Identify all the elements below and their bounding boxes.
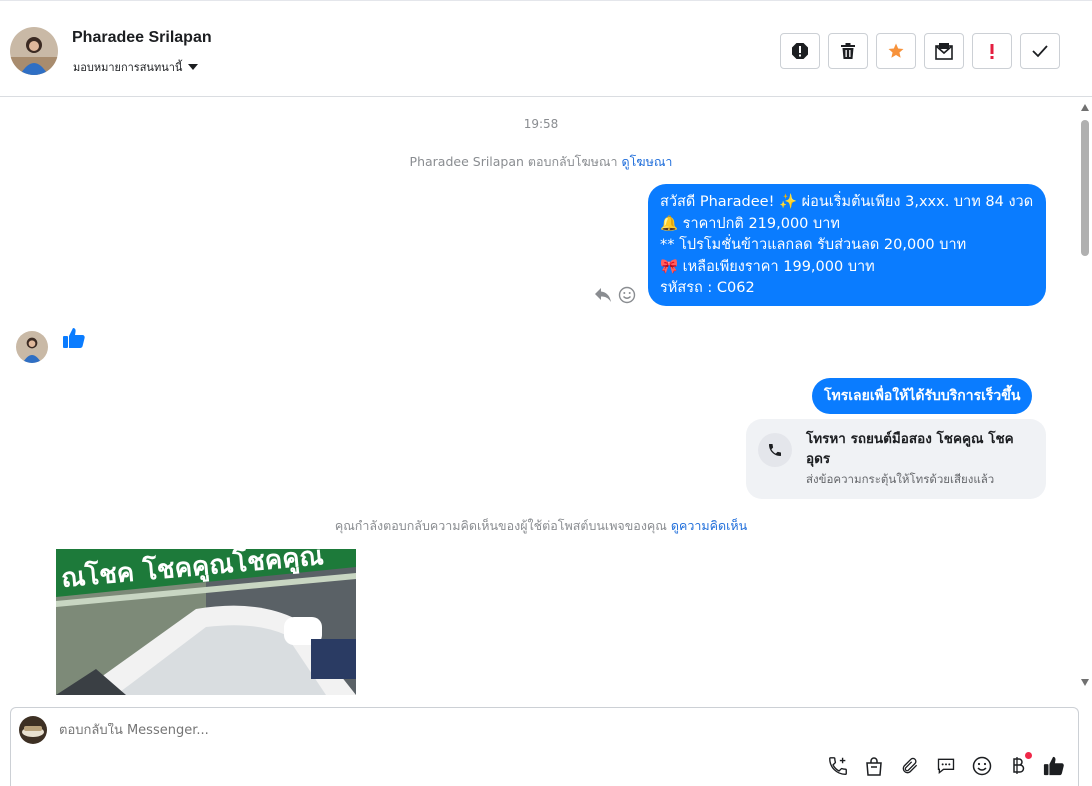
trash-icon [841, 43, 855, 59]
call-card-subtitle: ส่งข้อความกระตุ้นให้โทรด้วยเสียงแล้ว [806, 472, 995, 486]
message-thread[interactable]: 19:58 Pharadee Srilapan ตอบกลับโฆษณา ดูโ… [0, 97, 1078, 697]
incoming-like-message[interactable] [62, 326, 86, 354]
shop-button[interactable] [862, 754, 886, 778]
delete-button[interactable] [828, 33, 868, 69]
message-tools [594, 286, 636, 304]
attach-button[interactable] [898, 754, 922, 778]
caret-down-icon [188, 64, 199, 70]
emoji-icon [972, 756, 992, 776]
contact-name[interactable]: Pharadee Srilapan [72, 29, 212, 47]
message-line: 🔔 ราคาปกติ 219,000 บาท [660, 215, 840, 232]
send-like-button[interactable] [1042, 754, 1066, 778]
phone-circle [758, 433, 792, 467]
phone-icon [769, 444, 781, 456]
scroll-down-arrow[interactable] [1081, 679, 1089, 686]
contact-avatar[interactable] [10, 27, 58, 75]
message-line: สวัสดี Pharadee! ✨ ผ่อนเริ่มต้นเพียง 3,x… [660, 194, 1034, 210]
call-button[interactable] [826, 754, 850, 778]
call-card[interactable]: โทรหา รถยนต์มือสอง โชคคูณ โชค อุดร ส่งข้… [746, 419, 1046, 499]
call-prompt-text: โทรเลยเพื่อให้ได้รับบริการเร็วขึ้น [824, 388, 1021, 404]
post-photo[interactable]: ณโชค โชคคูณโชคคูณ [56, 549, 356, 695]
envelope-icon [935, 43, 953, 60]
mark-unread-button[interactable] [924, 33, 964, 69]
page-avatar [19, 716, 47, 744]
scroll-thumb[interactable] [1081, 120, 1089, 256]
assign-label: มอบหมายการสนทนานี้ [73, 61, 183, 74]
check-icon [1032, 45, 1048, 58]
message-line: ** โปรโมชั่นข้าวแลกลด รับส่วนลด 20,000 บ… [660, 237, 967, 253]
exclamation-icon [990, 44, 994, 59]
conversation-actions [780, 33, 1060, 69]
notification-dot [1025, 752, 1032, 759]
paperclip-icon [902, 757, 918, 774]
baht-icon [1013, 757, 1025, 774]
important-button[interactable] [972, 33, 1012, 69]
report-button[interactable] [780, 33, 820, 69]
mark-done-button[interactable] [1020, 33, 1060, 69]
message-composer [10, 707, 1079, 786]
message-line: 🎀 เหลือเพียงราคา 199,000 บาท [660, 258, 875, 275]
reply-input[interactable] [59, 723, 959, 738]
sender-avatar[interactable] [16, 331, 48, 363]
star-icon [888, 43, 904, 58]
conversation-header: Pharadee Srilapan มอบหมายการสนทนานี้ [0, 0, 1092, 97]
ad-reply-text: Pharadee Srilapan ตอบกลับโฆษณา [409, 154, 622, 169]
ad-reply-notice: Pharadee Srilapan ตอบกลับโฆษณา ดูโฆษณา [0, 152, 1078, 172]
bag-icon [866, 757, 882, 776]
call-card-title: โทรหา รถยนต์มือสอง โชคคูณ โชค อุดร [806, 431, 1014, 467]
thread-scrollbar[interactable] [1078, 100, 1092, 690]
view-ad-link[interactable]: ดูโฆษณา [621, 154, 672, 169]
scroll-up-arrow[interactable] [1081, 104, 1089, 111]
message-line: รหัสรถ : C062 [660, 280, 755, 296]
payment-button[interactable] [1006, 752, 1032, 778]
saved-replies-button[interactable] [934, 754, 958, 778]
message-timestamp: 19:58 [523, 117, 559, 131]
reply-icon[interactable] [594, 287, 612, 303]
thumbs-up-icon [1043, 756, 1064, 776]
comment-reply-text: คุณกำลังตอบกลับความคิดเห็นของผู้ใช้ต่อโพ… [334, 518, 671, 533]
assign-conversation-dropdown[interactable]: มอบหมายการสนทนานี้ [73, 58, 199, 76]
message-icon [937, 758, 955, 775]
star-button[interactable] [876, 33, 916, 69]
thumbs-up-icon [63, 328, 85, 348]
call-prompt-bubble[interactable]: โทรเลยเพื่อให้ได้รับบริการเร็วขึ้น [812, 378, 1033, 414]
react-emoji-icon[interactable] [618, 286, 636, 304]
comment-reply-notice: คุณกำลังตอบกลับความคิดเห็นของผู้ใช้ต่อโพ… [0, 516, 1078, 536]
outgoing-message-bubble[interactable]: สวัสดี Pharadee! ✨ ผ่อนเริ่มต้นเพียง 3,x… [648, 184, 1046, 306]
emoji-button[interactable] [970, 754, 994, 778]
composer-toolbar [826, 752, 1066, 778]
phone-add-icon [829, 757, 847, 775]
view-comment-link[interactable]: ดูความคิดเห็น [671, 518, 747, 533]
report-icon [792, 43, 808, 59]
